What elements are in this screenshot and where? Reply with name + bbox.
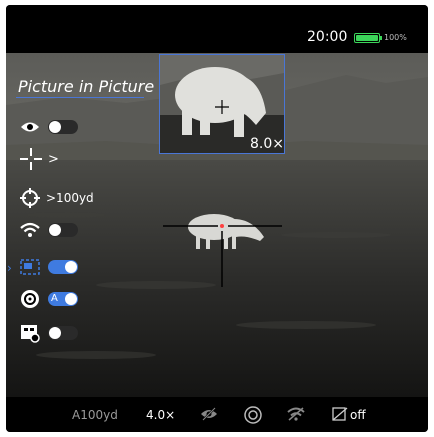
clock: 20:00 (307, 29, 348, 45)
menu-item-wifi[interactable] (20, 220, 78, 240)
auto-calibration-icon (21, 290, 39, 308)
rangefinder-icon (332, 407, 348, 421)
target-icon (20, 188, 40, 208)
battery-percent: 100% (384, 33, 407, 42)
menu-item-pip[interactable] (20, 257, 78, 277)
reticle-dot (220, 224, 224, 228)
thermal-scope-screen: 20:00 100% 8.0× Picture in Picture > >10… (6, 5, 428, 432)
rangefinder-state: off (350, 408, 366, 422)
eye-off-icon (201, 407, 217, 421)
record-toggle[interactable] (48, 326, 78, 340)
display-toggle[interactable] (48, 120, 78, 134)
wifi-icon (20, 222, 40, 237)
pip-zoom-label: 8.0× (250, 136, 284, 152)
distance-readout: A100yd (72, 408, 118, 422)
pip-icon (20, 259, 40, 275)
wifi-off-icon (287, 407, 305, 421)
menu-title-underline (16, 97, 144, 98)
eye-icon (21, 122, 39, 132)
selection-indicator: › (7, 261, 12, 275)
video-record-icon (21, 325, 40, 343)
menu-item-reticle[interactable]: > (20, 148, 59, 170)
zeroing-value: >100yd (46, 191, 94, 205)
calibration-status-icon (244, 406, 262, 424)
menu-item-display[interactable] (20, 117, 78, 137)
bottom-status-bar: A100yd 4.0× off (6, 397, 428, 432)
menu-item-zeroing[interactable]: >100yd (20, 188, 94, 208)
menu-item-calibration[interactable]: A (20, 289, 78, 309)
battery-icon (354, 32, 384, 44)
reticle-chevron: > (48, 151, 59, 167)
zoom-readout: 4.0× (146, 408, 176, 422)
menu-title: Picture in Picture (18, 77, 155, 96)
pip-toggle[interactable] (48, 260, 78, 274)
crosshair-icon (20, 148, 42, 170)
menu-item-record[interactable] (20, 323, 78, 343)
status-bar: 20:00 100% (6, 5, 428, 53)
calibration-toggle[interactable]: A (48, 292, 78, 306)
wifi-toggle[interactable] (48, 223, 78, 237)
